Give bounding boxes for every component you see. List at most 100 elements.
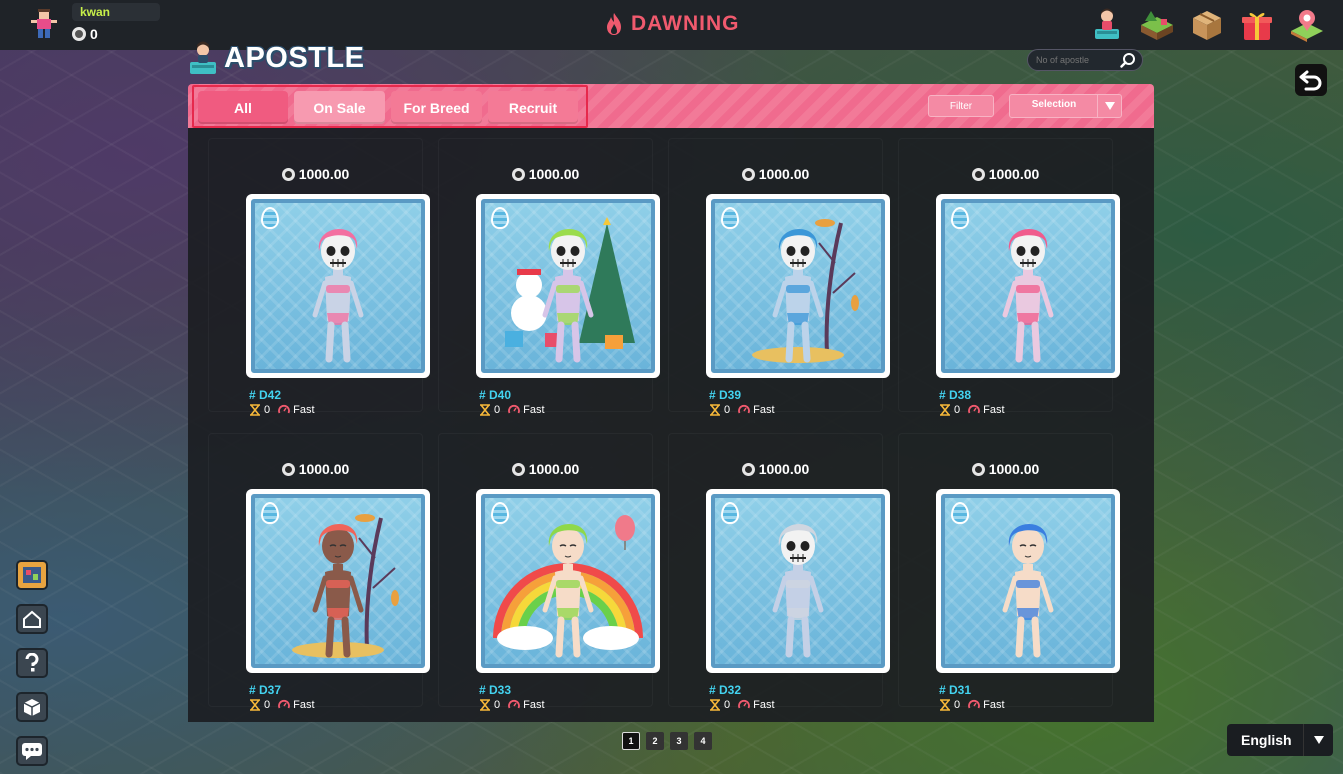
apostle-card[interactable]: 1000.00 # D32 0 Fast	[668, 433, 890, 711]
portrait-background	[251, 199, 425, 373]
speedometer-icon	[508, 700, 521, 709]
page-button-4[interactable]: 4	[694, 732, 712, 750]
back-button[interactable]	[1295, 64, 1327, 96]
apostle-figure	[1002, 523, 1054, 658]
price-label: 1000.00	[669, 461, 882, 477]
tab-for-breed[interactable]: For Breed	[391, 91, 482, 124]
speed-value: Fast	[753, 699, 775, 711]
chevron-down-icon[interactable]	[1303, 724, 1333, 756]
egg-icon	[951, 502, 969, 524]
egg-icon	[491, 502, 509, 524]
hourglass-icon	[940, 699, 950, 711]
apostle-card[interactable]: 1000.00 # D31 0 Fast	[898, 433, 1120, 711]
speedometer-icon	[738, 700, 751, 709]
apostle-card[interactable]: 1000.00 # D33 0 Fast	[438, 433, 660, 711]
apostle-id: # D39	[709, 388, 742, 402]
price-value: 1000.00	[528, 461, 580, 477]
apostle-portrait[interactable]	[476, 194, 660, 378]
egg-icon	[721, 207, 739, 229]
search-icon[interactable]	[1120, 52, 1136, 68]
ring-coin-icon	[511, 462, 525, 476]
apostle-portrait[interactable]	[706, 194, 890, 378]
tab-bar: All On Sale For Breed Recruit Filter Sel…	[188, 84, 1154, 128]
apostle-portrait[interactable]	[936, 194, 1120, 378]
speedometer-icon	[278, 405, 291, 414]
generation-stat: 0	[709, 699, 730, 711]
apostle-figure	[292, 514, 399, 658]
generation-value: 0	[264, 404, 271, 416]
player-avatar-icon[interactable]	[28, 8, 60, 40]
language-label: English	[1241, 732, 1292, 748]
apostle-portrait[interactable]	[246, 194, 430, 378]
help-button[interactable]	[16, 648, 48, 678]
apostle-id: # D38	[939, 388, 972, 402]
price-value: 1000.00	[528, 166, 580, 182]
home-icon	[23, 610, 41, 628]
apostle-logo-icon	[190, 41, 216, 74]
speed-stat: Fast	[278, 699, 315, 711]
section-title-text: APOSTLE	[224, 41, 365, 74]
box-icon[interactable]	[1189, 7, 1225, 43]
tab-all[interactable]: All	[198, 91, 288, 124]
generation-value: 0	[954, 699, 961, 711]
apostle-card[interactable]: 1000.00 # D38 0 Fast	[898, 138, 1120, 416]
apostle-card[interactable]: 1000.00 # D40 0 Fast	[438, 138, 660, 416]
tab-on-sale[interactable]: On Sale	[294, 91, 385, 124]
apostle-id: # D37	[249, 683, 282, 697]
chevron-down-icon[interactable]	[1097, 95, 1121, 117]
apostle-portrait[interactable]	[706, 489, 890, 673]
price-label: 1000.00	[209, 166, 422, 182]
speedometer-icon	[738, 405, 751, 414]
generation-stat: 0	[249, 699, 270, 711]
apostle-portrait[interactable]	[936, 489, 1120, 673]
apostle-portrait[interactable]	[246, 489, 430, 673]
ring-coin-icon	[281, 462, 295, 476]
apostle-id: # D40	[479, 388, 512, 402]
pagination: 1 2 3 4	[622, 732, 712, 750]
egg-icon	[721, 502, 739, 524]
speed-value: Fast	[523, 699, 545, 711]
land-tool-button[interactable]	[16, 560, 48, 590]
selection-dropdown[interactable]: Selection	[1009, 94, 1122, 118]
ring-coin-icon	[511, 167, 525, 181]
speed-stat: Fast	[968, 404, 1005, 416]
language-select[interactable]: English	[1227, 724, 1333, 756]
speedometer-icon	[968, 700, 981, 709]
land-icon[interactable]	[1139, 7, 1175, 43]
apostle-card[interactable]: 1000.00 # D37 0 Fast	[208, 433, 430, 711]
price-value: 1000.00	[758, 166, 810, 182]
cube-button[interactable]	[16, 692, 48, 722]
page-button-2[interactable]: 2	[646, 732, 664, 750]
selection-label: Selection	[1031, 99, 1077, 110]
portrait-background	[941, 494, 1115, 668]
portrait-background	[481, 199, 655, 373]
apostle-card[interactable]: 1000.00 # D39 0 Fast	[668, 138, 890, 416]
egg-icon	[261, 207, 279, 229]
balance-display: 0	[72, 26, 98, 42]
price-value: 1000.00	[758, 461, 810, 477]
gift-icon[interactable]	[1239, 7, 1275, 43]
apostle-figure	[772, 523, 824, 658]
page-button-1[interactable]: 1	[622, 732, 640, 750]
filter-button[interactable]: Filter	[928, 95, 994, 117]
apostle-icon[interactable]	[1089, 7, 1125, 43]
price-label: 1000.00	[669, 166, 882, 182]
apostle-stats: 0 Fast	[709, 699, 775, 711]
home-button[interactable]	[16, 604, 48, 634]
chat-button[interactable]	[16, 736, 48, 766]
apostle-portrait[interactable]	[476, 489, 660, 673]
hourglass-icon	[710, 404, 720, 416]
page-button-3[interactable]: 3	[670, 732, 688, 750]
speed-stat: Fast	[738, 699, 775, 711]
price-label: 1000.00	[439, 166, 652, 182]
tab-recruit[interactable]: Recruit	[488, 91, 578, 124]
map-pin-icon[interactable]	[1289, 7, 1325, 43]
apostle-card[interactable]: 1000.00 # D42 0 Fast	[208, 138, 430, 416]
generation-value: 0	[264, 699, 271, 711]
hourglass-icon	[480, 699, 490, 711]
tab-group: All On Sale For Breed Recruit	[192, 85, 588, 128]
hourglass-icon	[250, 404, 260, 416]
balance-value: 0	[90, 26, 98, 42]
ring-coin-icon	[281, 167, 295, 181]
search-input[interactable]	[1028, 50, 1116, 70]
